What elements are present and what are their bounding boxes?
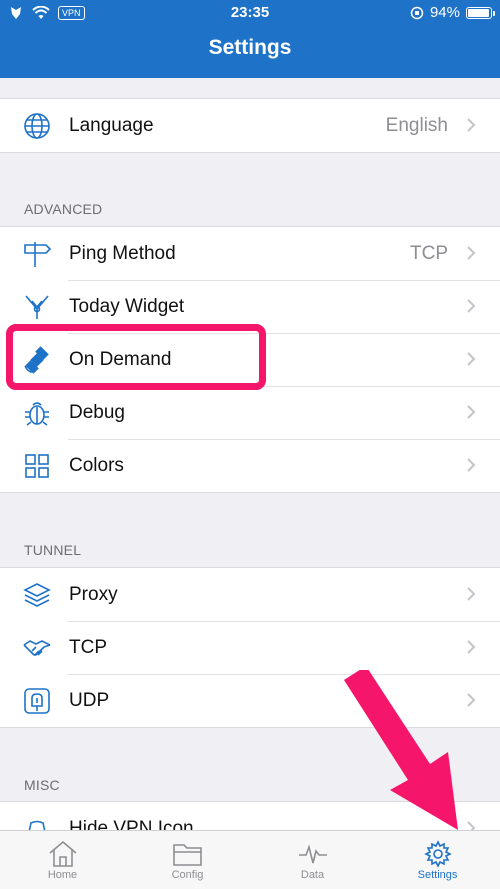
tab-settings[interactable]: Settings xyxy=(375,831,500,889)
pointer-arrow-icon xyxy=(344,670,458,830)
tab-home[interactable]: Home xyxy=(0,831,125,889)
page-title: Settings xyxy=(208,36,292,59)
tab-label: Settings xyxy=(417,869,458,881)
row-label: Today Widget xyxy=(69,295,185,317)
globe-icon xyxy=(24,113,50,139)
chevron-right-icon xyxy=(467,587,476,601)
nav-header: VPN 23:35 94% Settings xyxy=(0,0,500,78)
chevron-right-icon xyxy=(467,640,476,654)
section-header-tunnel: TUNNEL xyxy=(24,542,82,558)
chevron-right-icon xyxy=(467,118,476,132)
on-demand-highlight-box xyxy=(6,324,266,390)
row-proxy[interactable]: Proxy xyxy=(0,568,500,621)
row-language[interactable]: Language English xyxy=(0,99,500,152)
chevron-right-icon xyxy=(467,352,476,366)
row-label: TCP xyxy=(69,636,107,658)
plug-icon xyxy=(24,688,50,714)
row-tcp[interactable]: TCP xyxy=(0,621,500,674)
row-label: Debug xyxy=(69,401,125,423)
row-label: Ping Method xyxy=(69,242,176,264)
bug-icon xyxy=(25,402,49,426)
row-value: TCP xyxy=(410,242,448,264)
tab-label: Home xyxy=(47,869,78,881)
general-group: Language English xyxy=(0,98,500,153)
tab-bar: Home Config Data Settings xyxy=(0,830,500,889)
handshake-icon xyxy=(23,640,51,656)
widget-icon xyxy=(25,295,49,319)
tab-config[interactable]: Config xyxy=(125,831,250,889)
row-label: UDP xyxy=(69,689,110,711)
grid-icon xyxy=(25,454,49,478)
pulse-icon xyxy=(298,844,327,864)
rotation-lock-icon xyxy=(410,6,424,19)
layers-icon xyxy=(23,583,51,607)
tab-label: Config xyxy=(171,869,204,881)
battery-icon xyxy=(466,6,495,19)
gear-icon xyxy=(423,840,452,868)
chevron-right-icon xyxy=(467,458,476,472)
hat-icon xyxy=(28,820,46,830)
row-debug[interactable]: Debug xyxy=(0,386,500,439)
row-label: Colors xyxy=(69,454,124,476)
signpost-icon xyxy=(24,242,52,267)
home-icon xyxy=(48,840,77,867)
tab-label: Data xyxy=(300,869,325,881)
battery-percent: 94% xyxy=(429,4,460,21)
row-colors[interactable]: Colors xyxy=(0,439,500,492)
chevron-right-icon xyxy=(467,246,476,260)
folder-icon xyxy=(172,844,202,866)
status-bar: VPN 23:35 94% xyxy=(0,0,500,26)
row-label: Language xyxy=(69,114,154,136)
chevron-right-icon xyxy=(467,299,476,313)
chevron-right-icon xyxy=(467,405,476,419)
row-label: Hide VPN Icon xyxy=(69,817,194,831)
row-label: Proxy xyxy=(69,583,118,605)
section-header-advanced: ADVANCED xyxy=(24,201,103,217)
row-value: English xyxy=(385,114,448,136)
row-ping-method[interactable]: Ping Method TCP xyxy=(0,227,500,280)
section-header-misc: MISC xyxy=(24,777,60,793)
tab-data[interactable]: Data xyxy=(250,831,375,889)
